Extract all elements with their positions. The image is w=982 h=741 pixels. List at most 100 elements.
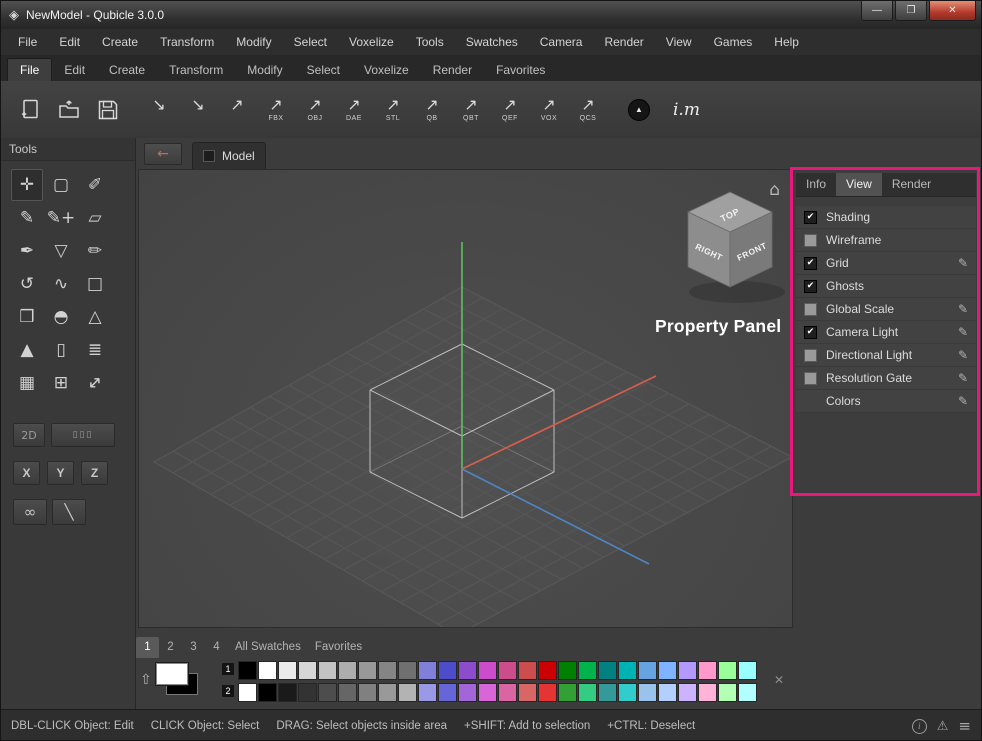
swatch[interactable] <box>298 683 317 702</box>
save-button[interactable] <box>91 87 125 133</box>
swatch[interactable] <box>598 683 617 702</box>
edit-pencil-icon[interactable]: ✎ <box>958 394 968 408</box>
export-dae-icon[interactable]: ↗ DAE <box>337 87 371 133</box>
swatch[interactable] <box>498 661 517 680</box>
sphere-tool[interactable]: ◓ <box>45 301 77 333</box>
home-icon[interactable]: ⌂ <box>769 180 780 200</box>
orientation-cube[interactable]: TOP RIGHT FRONT <box>688 192 785 303</box>
swatch[interactable] <box>578 683 597 702</box>
swatch[interactable] <box>638 661 657 680</box>
swatch[interactable] <box>278 683 297 702</box>
color-picker-tool[interactable]: ✐ <box>79 169 111 201</box>
property-tab[interactable]: Info <box>796 173 836 196</box>
swatch[interactable] <box>438 661 457 680</box>
export-qbt-icon[interactable]: ↗ QBT <box>454 87 488 133</box>
edit-pencil-icon[interactable]: ✎ <box>958 325 968 339</box>
document-tab-model[interactable]: Model <box>192 142 266 169</box>
import-icon[interactable]: ↘ <box>142 87 176 133</box>
swatch[interactable] <box>238 683 257 702</box>
menu-item[interactable]: Tools <box>405 30 455 55</box>
remove-swatch-button[interactable]: ✕ <box>774 673 784 687</box>
curve-tool[interactable]: ∿ <box>45 268 77 300</box>
swatch[interactable] <box>258 683 277 702</box>
menu-item[interactable]: Edit <box>48 30 91 55</box>
marker-tool[interactable]: ✏ <box>79 235 111 267</box>
checkbox[interactable]: ✔ <box>804 211 817 224</box>
menu-item[interactable]: Voxelize <box>338 30 405 55</box>
mode-2d-button[interactable]: 2D <box>13 423 45 447</box>
swatch[interactable] <box>698 683 717 702</box>
warning-icon[interactable]: ⚠ <box>937 719 949 734</box>
fill-tool[interactable]: ▽ <box>45 235 77 267</box>
menu-item[interactable]: Swatches <box>455 30 529 55</box>
menu-item[interactable]: View <box>655 30 703 55</box>
swatch[interactable] <box>278 661 297 680</box>
hamburger-menu-icon[interactable]: ≡ <box>958 717 971 735</box>
swatch[interactable] <box>538 661 557 680</box>
swatch[interactable] <box>418 683 437 702</box>
export-stl-icon[interactable]: ↗ STL <box>376 87 410 133</box>
swatch[interactable] <box>718 683 737 702</box>
swatch[interactable] <box>338 661 357 680</box>
checkbox[interactable]: ✔ <box>804 257 817 270</box>
edit-pencil-icon[interactable]: ✎ <box>958 256 968 270</box>
line-mode-button[interactable]: ╲ <box>52 499 86 525</box>
swatch[interactable] <box>518 661 537 680</box>
swatch[interactable] <box>478 683 497 702</box>
swatch[interactable] <box>418 661 437 680</box>
swatch[interactable] <box>618 683 637 702</box>
property-tab[interactable]: Render <box>882 173 941 196</box>
stamp-tool[interactable]: ▦ <box>11 367 43 399</box>
swatch[interactable] <box>258 661 277 680</box>
ribbon-tab[interactable]: Favorites <box>484 59 557 81</box>
box-tool[interactable]: ❒ <box>11 301 43 333</box>
ribbon-tab[interactable]: Modify <box>235 59 294 81</box>
minimize-button[interactable]: — <box>861 1 893 21</box>
swatch[interactable] <box>698 661 717 680</box>
back-button[interactable]: ← <box>144 143 182 165</box>
swatch[interactable] <box>238 661 257 680</box>
edit-pencil-icon[interactable]: ✎ <box>958 371 968 385</box>
swatch[interactable] <box>438 683 457 702</box>
swatch[interactable] <box>358 683 377 702</box>
swatch[interactable] <box>398 661 417 680</box>
checkbox[interactable]: ✔ <box>804 372 817 385</box>
close-button[interactable]: ✕ <box>929 1 976 21</box>
swatch[interactable] <box>538 683 557 702</box>
ribbon-tab[interactable]: Create <box>97 59 157 81</box>
erase-tool[interactable]: ▱ <box>79 202 111 234</box>
ribbon-tab[interactable]: Voxelize <box>352 59 421 81</box>
swatch[interactable] <box>578 661 597 680</box>
edit-pencil-icon[interactable]: ✎ <box>958 302 968 316</box>
grid-snap-tool[interactable]: ⊞ <box>45 367 77 399</box>
swatch-tab[interactable]: 3 <box>182 637 205 658</box>
move-tool[interactable]: ✛ <box>11 169 43 201</box>
export-vox-icon[interactable]: ↗ VOX <box>532 87 566 133</box>
swatch-tab[interactable]: All Swatches <box>228 637 308 658</box>
export-qef-icon[interactable]: ↗ QEF <box>493 87 527 133</box>
checkbox[interactable]: ✔ <box>804 280 817 293</box>
swatch[interactable] <box>718 661 737 680</box>
swatch-tab[interactable]: 4 <box>205 637 228 658</box>
swatch[interactable] <box>618 661 637 680</box>
swatch[interactable] <box>338 683 357 702</box>
menu-item[interactable]: Modify <box>225 30 282 55</box>
ribbon-tab[interactable]: File <box>7 58 52 81</box>
pyramid-tool[interactable]: △ <box>79 301 111 333</box>
swatch[interactable] <box>318 661 337 680</box>
paint-tool[interactable]: ✒ <box>11 235 43 267</box>
menu-item[interactable]: Help <box>763 30 810 55</box>
menu-item[interactable]: Create <box>91 30 149 55</box>
rectangle-tool[interactable]: □ <box>79 268 111 300</box>
apply-color-icon[interactable]: ⇧ <box>140 672 152 688</box>
swatch[interactable] <box>498 683 517 702</box>
attach-tool[interactable]: ✎+ <box>45 202 77 234</box>
property-tab[interactable]: View <box>836 173 882 196</box>
export-obj-icon[interactable]: ↗ OBJ <box>298 87 332 133</box>
menu-item[interactable]: File <box>7 30 48 55</box>
swatch[interactable] <box>658 661 677 680</box>
swatch[interactable] <box>558 661 577 680</box>
swatch[interactable] <box>458 683 477 702</box>
checkbox[interactable]: ✔ <box>804 349 817 362</box>
export-qb-icon[interactable]: ↗ QB <box>415 87 449 133</box>
